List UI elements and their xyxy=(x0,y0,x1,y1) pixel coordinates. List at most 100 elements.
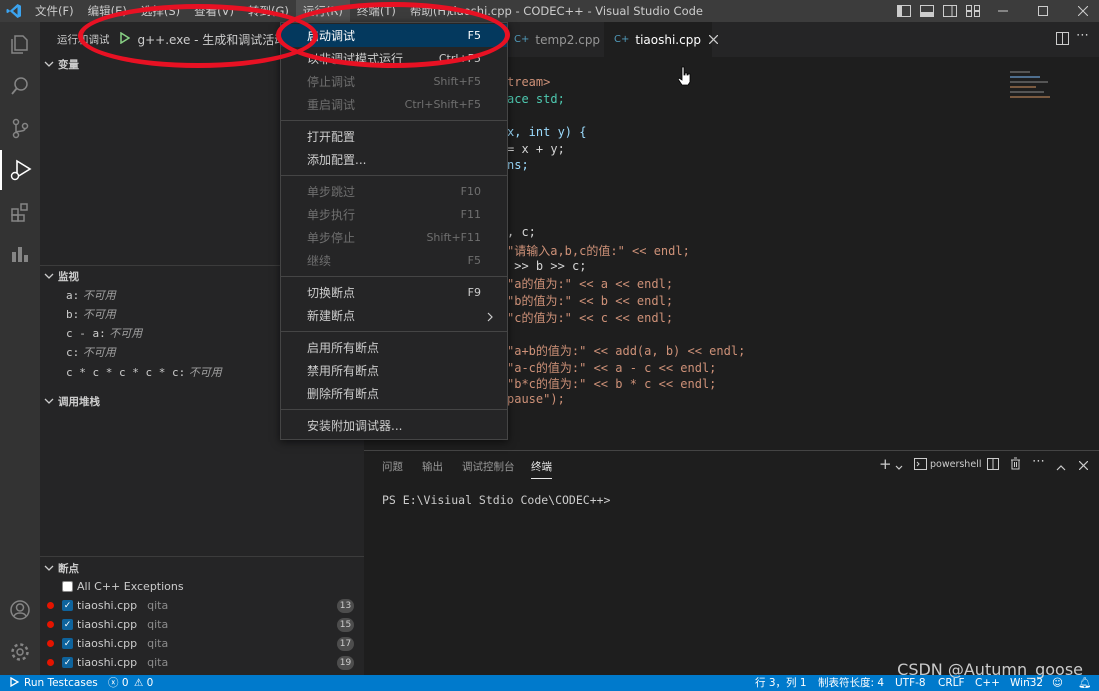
code-line: x, int y) { xyxy=(507,125,587,139)
toggle-secondary-sidebar-icon[interactable] xyxy=(939,0,961,22)
activity-bar xyxy=(0,22,40,675)
code-line: pause"); xyxy=(507,392,565,406)
panel-more-actions-icon[interactable]: ⋯ xyxy=(1032,454,1045,469)
menu-item-new-breakpoint[interactable]: 新建断点 xyxy=(281,304,507,327)
menu-separator xyxy=(281,331,507,332)
watch-item[interactable]: c: 不可用 xyxy=(66,344,116,360)
callstack-title: 调用堆栈 xyxy=(58,395,100,408)
watch-item[interactable]: a: 不可用 xyxy=(66,287,116,303)
breakpoint-folder: qita xyxy=(147,656,169,669)
breakpoint-row[interactable]: ✓ tiaoshi.cpp qita 13 xyxy=(40,596,364,615)
menu-item-disable-all-breakpoints[interactable]: 禁用所有断点 xyxy=(281,359,507,382)
code-line: >> b >> c; xyxy=(507,259,587,273)
menu-item-toggle-breakpoint[interactable]: 切换断点 F9 xyxy=(281,281,507,304)
minimize-icon[interactable] xyxy=(992,0,1014,22)
customize-layout-icon[interactable] xyxy=(962,0,984,22)
code-line: ace std; xyxy=(507,92,565,106)
menu-item-step-into: 单步执行 F11 xyxy=(307,208,481,222)
explorer-icon[interactable] xyxy=(0,24,40,64)
breakpoint-folder: qita xyxy=(147,637,169,650)
maximize-icon[interactable] xyxy=(1032,0,1054,22)
code-line: tream> xyxy=(507,75,551,89)
terminal-shell-icon xyxy=(914,458,927,473)
tab-tiaoshi[interactable]: C+ tiaoshi.cpp xyxy=(604,22,719,57)
tab-temp2[interactable]: C+ temp2.cpp xyxy=(504,22,610,57)
close-tab-icon[interactable] xyxy=(708,33,719,47)
breakpoints-section-header[interactable]: 断点 xyxy=(40,557,364,579)
watch-item[interactable]: c - a: 不可用 xyxy=(66,325,142,341)
new-terminal-icon[interactable]: + xyxy=(879,455,892,473)
breakpoint-dot-icon xyxy=(47,621,54,628)
breakpoint-line-badge: 17 xyxy=(337,636,354,651)
exceptions-checkbox[interactable] xyxy=(62,581,73,592)
menu-item-step-out: 单步停止 Shift+F11 xyxy=(307,231,481,245)
breakpoint-checkbox[interactable]: ✓ xyxy=(62,619,73,630)
breakpoint-line-badge: 13 xyxy=(337,598,354,613)
trash-icon[interactable] xyxy=(1010,457,1021,473)
panel-tab-debug-console[interactable]: 调试控制台 xyxy=(462,459,515,474)
cursor-position[interactable]: 行 3，列 1 xyxy=(755,675,807,691)
code-line: ns; xyxy=(507,158,529,172)
breakpoint-checkbox[interactable]: ✓ xyxy=(62,638,73,649)
menu-item-remove-all-breakpoints[interactable]: 删除所有断点 xyxy=(281,382,507,405)
code-line: "c的值为:" << c << endl; xyxy=(507,311,674,325)
watch-item[interactable]: b: 不可用 xyxy=(66,306,116,322)
menu-file[interactable]: 文件(F) xyxy=(28,0,81,22)
code-line: , c; xyxy=(507,225,536,239)
breakpoint-dot-icon xyxy=(47,640,54,647)
settings-gear-icon[interactable] xyxy=(0,632,40,672)
menu-item-enable-all-breakpoints[interactable]: 启用所有断点 xyxy=(281,336,507,359)
breakpoint-row[interactable]: ✓ tiaoshi.cpp qita 17 xyxy=(40,634,364,653)
close-window-icon[interactable] xyxy=(1072,0,1094,22)
breakpoint-file: tiaoshi.cpp xyxy=(77,599,138,612)
close-panel-icon[interactable] xyxy=(1078,459,1089,473)
tab-temp2-label: temp2.cpp xyxy=(535,32,601,47)
more-actions-icon[interactable]: ⋯ xyxy=(1076,28,1089,43)
tab-size[interactable]: 制表符长度: 4 xyxy=(818,675,884,691)
breakpoint-row[interactable]: ✓ tiaoshi.cpp qita 19 xyxy=(40,653,364,672)
split-editor-icon[interactable] xyxy=(1056,32,1069,48)
exceptions-breakpoint-row[interactable]: All C++ Exceptions xyxy=(40,577,364,596)
play-icon xyxy=(10,676,20,688)
run-menu-dropdown: 启动调试 F5 以非调试模式运行 Ctrl+F5 停止调试 Shift+F5 重启调试… xyxy=(280,22,508,440)
breakpoint-file: tiaoshi.cpp xyxy=(77,656,138,669)
run-debug-icon[interactable] xyxy=(0,150,40,190)
run-testcases-button[interactable]: Run Testcases xyxy=(10,675,98,691)
breakpoint-row[interactable]: ✓ tiaoshi.cpp qita 15 xyxy=(40,615,364,634)
menu-separator xyxy=(281,276,507,277)
terminal-shell-name[interactable]: powershell xyxy=(930,459,981,470)
minimap[interactable] xyxy=(1010,71,1058,111)
search-icon[interactable] xyxy=(0,66,40,106)
toggle-sidebar-icon[interactable] xyxy=(893,0,915,22)
menu-item-open-configurations[interactable]: 打开配置 xyxy=(281,125,507,148)
breakpoint-folder: qita xyxy=(147,618,169,631)
watch-item[interactable]: c * c * c * c * c: 不可用 xyxy=(66,364,222,380)
error-icon: ⓧ xyxy=(108,677,119,689)
menu-separator xyxy=(281,409,507,410)
menu-item-add-configuration[interactable]: 添加配置... xyxy=(281,148,507,171)
code-line: "a的值为:" << a << endl; xyxy=(507,277,674,291)
tab-tiaoshi-label: tiaoshi.cpp xyxy=(635,32,701,47)
split-terminal-icon[interactable] xyxy=(987,458,999,473)
panel-tab-problems[interactable]: 问题 xyxy=(382,459,403,474)
warning-icon: ⚠ xyxy=(133,677,144,689)
source-control-icon[interactable] xyxy=(0,108,40,148)
problems-status[interactable]: ⓧ 0 ⚠ 0 xyxy=(108,675,153,691)
annotation-oval-start-debug xyxy=(276,2,510,68)
menu-item-install-debuggers[interactable]: 安装附加调试器... xyxy=(281,414,507,437)
breakpoint-checkbox[interactable]: ✓ xyxy=(62,600,73,611)
terminal-prompt[interactable]: PS E:\Visiual Stdio Code\CODEC++> xyxy=(382,493,617,507)
breakpoint-checkbox[interactable]: ✓ xyxy=(62,657,73,668)
accounts-icon[interactable] xyxy=(0,590,40,630)
watermark: CSDN @Autumn_goose xyxy=(897,660,1083,679)
watch-title: 监视 xyxy=(58,270,79,283)
maximize-panel-icon[interactable] xyxy=(1056,460,1066,474)
code-line: "a-c的值为:" << a - c << endl; xyxy=(507,361,717,375)
chevron-down-icon[interactable] xyxy=(895,460,903,474)
toggle-panel-icon[interactable] xyxy=(916,0,938,22)
panel-tab-terminal[interactable]: 终端 xyxy=(531,459,552,479)
testing-chart-icon[interactable] xyxy=(0,234,40,274)
extensions-icon[interactable] xyxy=(0,192,40,232)
chevron-down-icon xyxy=(40,273,58,280)
panel-tab-output[interactable]: 输出 xyxy=(422,459,443,474)
